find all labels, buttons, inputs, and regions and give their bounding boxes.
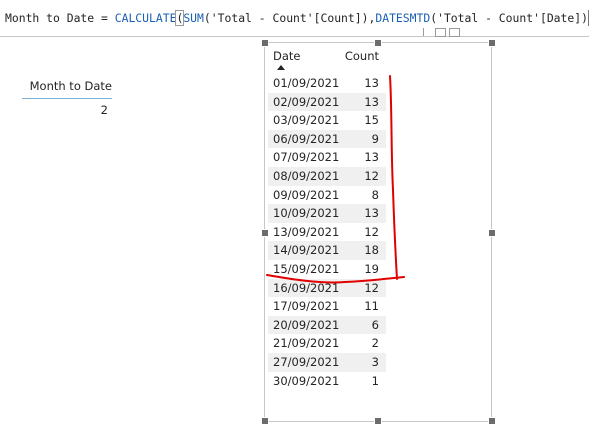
table-row[interactable]: 06/09/2021 9 — [268, 129, 386, 149]
table-row[interactable]: 09/09/2021 8 — [268, 186, 386, 205]
measure-name: Month to Date = — [5, 11, 115, 25]
cell-count: 13 — [364, 94, 379, 109]
table-row[interactable]: 27/09/2021 3 — [268, 352, 386, 372]
cell-count: 2 — [371, 336, 379, 351]
cell-date: 02/09/2021 — [273, 94, 340, 109]
cell-date: 13/09/2021 — [273, 224, 340, 239]
table-row[interactable]: 30/09/2021 1 — [268, 372, 386, 391]
card-value: 2 — [100, 103, 108, 117]
table-row[interactable]: 03/09/2021 15 — [268, 111, 386, 130]
cell-date: 21/09/2021 — [273, 336, 340, 351]
cell-date: 10/09/2021 — [273, 206, 340, 221]
card-header: Month to Date — [22, 76, 112, 99]
table-body: 01/09/2021 13 02/09/2021 13 03/09/2021 15 06/0… — [268, 74, 386, 390]
function-calculate: CALCULATE — [114, 11, 177, 25]
function-datesmtd: DATESMTD — [375, 11, 431, 25]
table-header: Date Count — [268, 47, 386, 70]
filter-icon[interactable] — [435, 28, 446, 37]
table-row[interactable]: 02/09/2021 13 — [268, 92, 386, 112]
cell-date: 03/09/2021 — [273, 113, 340, 128]
cell-date: 17/09/2021 — [273, 299, 340, 314]
dax-formula[interactable]: Month to Date = CALCULATE(SUM('Total - C… — [5, 10, 589, 26]
column-header-date[interactable]: Date — [273, 49, 301, 63]
table-row[interactable]: 17/09/2021 11 — [268, 297, 386, 316]
resize-handle-top-right[interactable] — [488, 39, 496, 47]
table-row[interactable]: 13/09/2021 12 — [268, 223, 386, 242]
formula-bar[interactable]: Month to Date = CALCULATE(SUM('Total - C… — [0, 0, 589, 37]
table-row[interactable]: 08/09/2021 12 — [268, 166, 386, 186]
cell-date: 27/09/2021 — [273, 354, 340, 369]
resize-handle-bottom-left[interactable] — [261, 417, 269, 425]
cell-date: 09/09/2021 — [273, 187, 340, 202]
cell-date: 06/09/2021 — [273, 131, 340, 146]
column-header-count[interactable]: Count — [345, 49, 379, 63]
table-row[interactable]: 10/09/2021 13 — [268, 204, 386, 223]
cell-count: 12 — [364, 224, 379, 239]
cell-date: 15/09/2021 — [273, 261, 340, 276]
cell-count: 15 — [364, 113, 379, 128]
table-row[interactable]: 16/09/2021 12 — [268, 278, 386, 298]
table-row[interactable]: 07/09/2021 13 — [268, 148, 386, 167]
table-row[interactable]: 01/09/2021 13 — [268, 74, 386, 93]
resize-handle-right[interactable] — [488, 229, 496, 237]
cell-count: 18 — [364, 243, 379, 258]
month-to-date-card[interactable]: Month to Date 2 — [22, 76, 112, 126]
cell-count: 11 — [364, 299, 379, 314]
function-sum: SUM — [183, 11, 204, 25]
table-row[interactable]: 20/09/2021 6 — [268, 315, 386, 335]
sort-ascending-icon[interactable] — [277, 65, 285, 70]
resize-handle-bottom[interactable] — [374, 417, 382, 425]
cell-count: 3 — [371, 354, 379, 369]
datesmtd-argument: ('Total - Count'[Date]) — [430, 11, 588, 25]
cell-count: 9 — [371, 131, 379, 146]
cell-count: 12 — [364, 168, 379, 183]
table-row[interactable]: 15/09/2021 19 — [268, 260, 386, 279]
cell-date: 30/09/2021 — [273, 373, 340, 388]
cell-date: 01/09/2021 — [273, 76, 340, 90]
sum-argument: ('Total - Count'[Count]), — [203, 11, 376, 25]
cell-count: 6 — [371, 317, 379, 332]
pin-icon[interactable] — [423, 28, 424, 36]
cell-count: 8 — [371, 187, 379, 202]
cell-date: 16/09/2021 — [273, 280, 340, 295]
resize-handle-top[interactable] — [374, 39, 382, 47]
table-row[interactable]: 21/09/2021 2 — [268, 334, 386, 353]
table-row[interactable]: 14/09/2021 18 — [268, 241, 386, 260]
resize-handle-bottom-right[interactable] — [488, 417, 496, 425]
cell-date: 14/09/2021 — [273, 243, 340, 258]
cell-date: 08/09/2021 — [273, 168, 340, 183]
resize-handle-top-left[interactable] — [261, 39, 269, 47]
cell-count: 12 — [364, 280, 379, 295]
date-count-table: Date Count 01/09/2021 13 02/09/2021 13 03/09… — [268, 47, 386, 388]
cell-date: 20/09/2021 — [273, 317, 340, 332]
cell-count: 13 — [364, 206, 379, 221]
cell-count: 1 — [371, 373, 379, 388]
cell-date: 07/09/2021 — [273, 150, 340, 165]
focus-mode-icon[interactable] — [449, 28, 460, 37]
cell-count: 19 — [364, 261, 379, 276]
cell-count: 13 — [364, 76, 379, 90]
cell-count: 13 — [364, 150, 379, 165]
